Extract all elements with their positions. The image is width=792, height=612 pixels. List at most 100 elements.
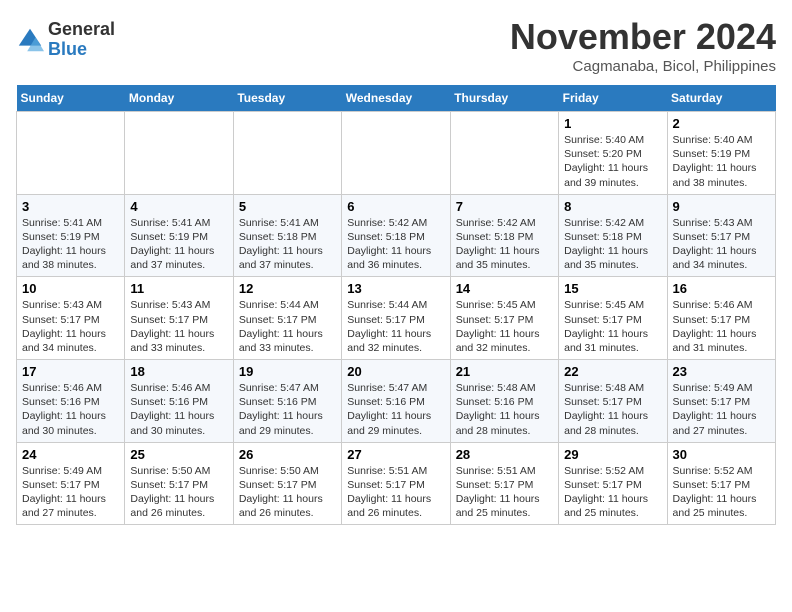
calendar-cell: 30Sunrise: 5:52 AMSunset: 5:17 PMDayligh… (667, 442, 775, 525)
day-detail: Sunrise: 5:46 AMSunset: 5:17 PMDaylight:… (673, 298, 770, 355)
day-detail: Sunrise: 5:44 AMSunset: 5:17 PMDaylight:… (239, 298, 336, 355)
calendar-cell: 4 Sunrise: 5:41 AMSunset: 5:19 PMDaylight… (125, 194, 233, 277)
calendar-cell: 15 Sunrise: 5:45 AMSunset: 5:17 PMDayligh… (559, 277, 667, 360)
calendar-cell (233, 112, 341, 195)
day-detail: Sunrise: 5:40 AMSunset: 5:20 PMDaylight:… (564, 133, 661, 190)
col-header-thursday: Thursday (450, 85, 558, 112)
day-detail: Sunrise: 5:43 AMSunset: 5:17 PMDaylight:… (22, 298, 119, 355)
col-header-wednesday: Wednesday (342, 85, 450, 112)
col-header-monday: Monday (125, 85, 233, 112)
day-number: 11 (130, 281, 227, 296)
day-detail: Sunrise: 5:50 AMSunset: 5:17 PMDaylight:… (239, 464, 336, 521)
calendar-week-3: 10 Sunrise: 5:43 AMSunset: 5:17 PMDayligh… (17, 277, 776, 360)
calendar-cell: 24 Sunrise: 5:49 AMSunset: 5:17 PMDayligh… (17, 442, 125, 525)
day-number: 4 (130, 199, 227, 214)
calendar-cell: 25 Sunrise: 5:50 AMSunset: 5:17 PMDayligh… (125, 442, 233, 525)
day-number: 18 (130, 364, 227, 379)
day-detail: Sunrise: 5:41 AMSunset: 5:18 PMDaylight:… (239, 216, 336, 273)
day-detail: Sunrise: 5:47 AMSunset: 5:16 PMDaylight:… (347, 381, 444, 438)
day-number: 6 (347, 199, 444, 214)
col-header-friday: Friday (559, 85, 667, 112)
calendar-cell: 19Sunrise: 5:47 AMSunset: 5:16 PMDayligh… (233, 360, 341, 443)
day-detail: Sunrise: 5:41 AMSunset: 5:19 PMDaylight:… (130, 216, 227, 273)
calendar-cell: 14 Sunrise: 5:45 AMSunset: 5:17 PMDayligh… (450, 277, 558, 360)
logo-text: General Blue (48, 20, 115, 60)
day-detail: Sunrise: 5:52 AMSunset: 5:17 PMDaylight:… (673, 464, 770, 521)
day-number: 2 (673, 116, 770, 131)
day-number: 22 (564, 364, 661, 379)
day-number: 10 (22, 281, 119, 296)
day-detail: Sunrise: 5:43 AMSunset: 5:17 PMDaylight:… (130, 298, 227, 355)
day-detail: Sunrise: 5:45 AMSunset: 5:17 PMDaylight:… (456, 298, 553, 355)
day-detail: Sunrise: 5:43 AMSunset: 5:17 PMDaylight:… (673, 216, 770, 273)
calendar-cell: 5 Sunrise: 5:41 AMSunset: 5:18 PMDaylight… (233, 194, 341, 277)
calendar-week-5: 24 Sunrise: 5:49 AMSunset: 5:17 PMDayligh… (17, 442, 776, 525)
day-detail: Sunrise: 5:42 AMSunset: 5:18 PMDaylight:… (347, 216, 444, 273)
day-number: 28 (456, 447, 553, 462)
day-detail: Sunrise: 5:45 AMSunset: 5:17 PMDaylight:… (564, 298, 661, 355)
day-number: 5 (239, 199, 336, 214)
calendar-cell: 13Sunrise: 5:44 AMSunset: 5:17 PMDayligh… (342, 277, 450, 360)
day-number: 14 (456, 281, 553, 296)
day-number: 20 (347, 364, 444, 379)
calendar-week-1: 1 Sunrise: 5:40 AMSunset: 5:20 PMDaylight… (17, 112, 776, 195)
calendar-cell (125, 112, 233, 195)
day-number: 3 (22, 199, 119, 214)
day-detail: Sunrise: 5:41 AMSunset: 5:19 PMDaylight:… (22, 216, 119, 273)
day-number: 17 (22, 364, 119, 379)
day-number: 16 (673, 281, 770, 296)
calendar-cell: 17 Sunrise: 5:46 AMSunset: 5:16 PMDayligh… (17, 360, 125, 443)
calendar-week-4: 17 Sunrise: 5:46 AMSunset: 5:16 PMDayligh… (17, 360, 776, 443)
calendar-cell: 7 Sunrise: 5:42 AMSunset: 5:18 PMDaylight… (450, 194, 558, 277)
logo-blue: Blue (48, 40, 115, 60)
day-detail: Sunrise: 5:40 AMSunset: 5:19 PMDaylight:… (673, 133, 770, 190)
logo: General Blue (16, 20, 115, 60)
day-detail: Sunrise: 5:42 AMSunset: 5:18 PMDaylight:… (456, 216, 553, 273)
calendar-cell: 16 Sunrise: 5:46 AMSunset: 5:17 PMDayligh… (667, 277, 775, 360)
day-detail: Sunrise: 5:46 AMSunset: 5:16 PMDaylight:… (22, 381, 119, 438)
day-number: 29 (564, 447, 661, 462)
calendar-week-2: 3 Sunrise: 5:41 AMSunset: 5:19 PMDaylight… (17, 194, 776, 277)
calendar-cell: 20 Sunrise: 5:47 AMSunset: 5:16 PMDayligh… (342, 360, 450, 443)
calendar-cell: 21Sunrise: 5:48 AMSunset: 5:16 PMDayligh… (450, 360, 558, 443)
day-detail: Sunrise: 5:50 AMSunset: 5:17 PMDaylight:… (130, 464, 227, 521)
day-detail: Sunrise: 5:49 AMSunset: 5:17 PMDaylight:… (22, 464, 119, 521)
logo-general: General (48, 20, 115, 40)
day-number: 26 (239, 447, 336, 462)
day-number: 21 (456, 364, 553, 379)
day-number: 8 (564, 199, 661, 214)
calendar-cell: 22 Sunrise: 5:48 AMSunset: 5:17 PMDayligh… (559, 360, 667, 443)
month-title: November 2024 (510, 16, 776, 58)
col-header-sunday: Sunday (17, 85, 125, 112)
day-number: 25 (130, 447, 227, 462)
day-number: 13 (347, 281, 444, 296)
calendar-cell (17, 112, 125, 195)
calendar-header-row: SundayMondayTuesdayWednesdayThursdayFrid… (17, 85, 776, 112)
calendar-cell (450, 112, 558, 195)
calendar-cell: 12Sunrise: 5:44 AMSunset: 5:17 PMDayligh… (233, 277, 341, 360)
col-header-saturday: Saturday (667, 85, 775, 112)
header: General Blue November 2024 Cagmanaba, Bi… (16, 16, 776, 75)
calendar-cell: 1 Sunrise: 5:40 AMSunset: 5:20 PMDaylight… (559, 112, 667, 195)
day-detail: Sunrise: 5:49 AMSunset: 5:17 PMDaylight:… (673, 381, 770, 438)
calendar-cell: 23 Sunrise: 5:49 AMSunset: 5:17 PMDayligh… (667, 360, 775, 443)
day-number: 1 (564, 116, 661, 131)
day-number: 24 (22, 447, 119, 462)
day-number: 15 (564, 281, 661, 296)
calendar-cell (342, 112, 450, 195)
day-detail: Sunrise: 5:51 AMSunset: 5:17 PMDaylight:… (347, 464, 444, 521)
calendar-cell: 8Sunrise: 5:42 AMSunset: 5:18 PMDaylight… (559, 194, 667, 277)
day-number: 7 (456, 199, 553, 214)
location: Cagmanaba, Bicol, Philippines (510, 58, 776, 75)
calendar-cell: 6 Sunrise: 5:42 AMSunset: 5:18 PMDaylight… (342, 194, 450, 277)
calendar-cell: 3 Sunrise: 5:41 AMSunset: 5:19 PMDaylight… (17, 194, 125, 277)
day-number: 9 (673, 199, 770, 214)
calendar-cell: 27Sunrise: 5:51 AMSunset: 5:17 PMDayligh… (342, 442, 450, 525)
day-number: 23 (673, 364, 770, 379)
calendar-cell: 18Sunrise: 5:46 AMSunset: 5:16 PMDayligh… (125, 360, 233, 443)
title-area: November 2024 Cagmanaba, Bicol, Philippi… (510, 16, 776, 75)
day-detail: Sunrise: 5:48 AMSunset: 5:17 PMDaylight:… (564, 381, 661, 438)
day-detail: Sunrise: 5:51 AMSunset: 5:17 PMDaylight:… (456, 464, 553, 521)
calendar-cell: 11 Sunrise: 5:43 AMSunset: 5:17 PMDayligh… (125, 277, 233, 360)
day-detail: Sunrise: 5:52 AMSunset: 5:17 PMDaylight:… (564, 464, 661, 521)
